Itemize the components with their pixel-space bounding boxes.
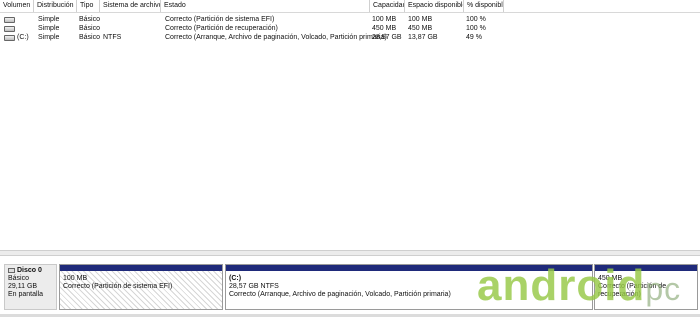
type-cell: Básico [79, 16, 101, 23]
volume-cell [4, 24, 34, 33]
volume-cell [4, 15, 34, 24]
disk-label[interactable]: Disco 0 Básico 29,11 GB En pantalla [4, 264, 57, 310]
filesystem-cell: NTFS [103, 34, 122, 41]
disk-status: En pantalla [8, 291, 44, 298]
partition-recovery[interactable]: 450 MB Correcto (Partición de recuperaci… [594, 264, 698, 310]
column-header-layout[interactable]: Distribución [34, 0, 77, 12]
partition-size: 100 MB [63, 275, 88, 282]
layout-cell: Simple [38, 16, 60, 23]
volume-row[interactable]: (C:) Simple Básico NTFS Correcto (Arranq… [0, 33, 700, 42]
partition-body: (C:) 28,57 GB NTFS Correcto (Arranque, A… [226, 271, 592, 309]
layout-cell: Simple [38, 34, 60, 41]
status-cell: Correcto (Partición de recuperación) [165, 25, 278, 32]
capacity-cell: 28,57 GB [372, 34, 402, 41]
free-space-cell: 13,87 GB [408, 34, 438, 41]
drive-icon [4, 25, 15, 32]
disk-map[interactable]: Disco 0 Básico 29,11 GB En pantalla 100 … [0, 256, 700, 317]
capacity-cell: 100 MB [372, 16, 397, 23]
disk-type: Básico [8, 275, 30, 282]
column-header-capacity[interactable]: Capacidad [370, 0, 405, 12]
column-header-free-space[interactable]: Espacio disponible [405, 0, 464, 12]
free-space-cell: 100 MB [408, 16, 433, 23]
column-header-type[interactable]: Tipo [77, 0, 100, 12]
partition-efi[interactable]: 100 MB Correcto (Partición de sistema EF… [59, 264, 223, 310]
percent-free-cell: 49 % [466, 34, 482, 41]
type-cell: Básico [79, 34, 101, 41]
volume-list[interactable]: Volumen Distribución Tipo Sistema de arc… [0, 0, 700, 250]
free-space-cell: 450 MB [408, 25, 433, 32]
disk-icon [8, 267, 15, 273]
disk-name: Disco 0 [17, 267, 42, 274]
status-cell: Correcto (Partición de sistema EFI) [165, 16, 275, 23]
drive-icon [4, 16, 15, 23]
drive-icon [4, 34, 15, 41]
disk-size: 29,11 GB [8, 283, 38, 290]
partition-c[interactable]: (C:) 28,57 GB NTFS Correcto (Arranque, A… [225, 264, 593, 310]
column-header-percent-free[interactable]: % disponible [464, 0, 504, 12]
partition-status: Correcto (Partición de sistema EFI) [63, 283, 173, 290]
column-header-volume[interactable]: Volumen [0, 0, 34, 12]
volume-cell: (C:) [4, 33, 34, 42]
capacity-cell: 450 MB [372, 25, 397, 32]
column-header-filesystem[interactable]: Sistema de archivos [100, 0, 161, 12]
type-cell: Básico [79, 25, 101, 32]
percent-free-cell: 100 % [466, 16, 486, 23]
status-cell: Correcto (Arranque, Archivo de paginació… [165, 34, 387, 41]
layout-cell: Simple [38, 25, 60, 32]
volume-list-header: Volumen Distribución Tipo Sistema de arc… [0, 0, 700, 13]
partition-size: 450 MB [598, 275, 623, 282]
partition-title: (C:) [229, 275, 242, 282]
column-header-status[interactable]: Estado [161, 0, 370, 12]
partition-body: 100 MB Correcto (Partición de sistema EF… [60, 271, 222, 309]
volume-row[interactable]: Simple Básico Correcto (Partición de sis… [0, 15, 700, 24]
percent-free-cell: 100 % [466, 25, 486, 32]
partition-status: Correcto (Arranque, Archivo de paginació… [229, 291, 451, 298]
volume-row[interactable]: Simple Básico Correcto (Partición de rec… [0, 24, 700, 33]
partition-body: 450 MB Correcto (Partición de recuperaci… [595, 271, 697, 309]
partition-status: Correcto (Partición de recuperación) [598, 283, 667, 298]
partition-size: 28,57 GB NTFS [229, 283, 279, 290]
